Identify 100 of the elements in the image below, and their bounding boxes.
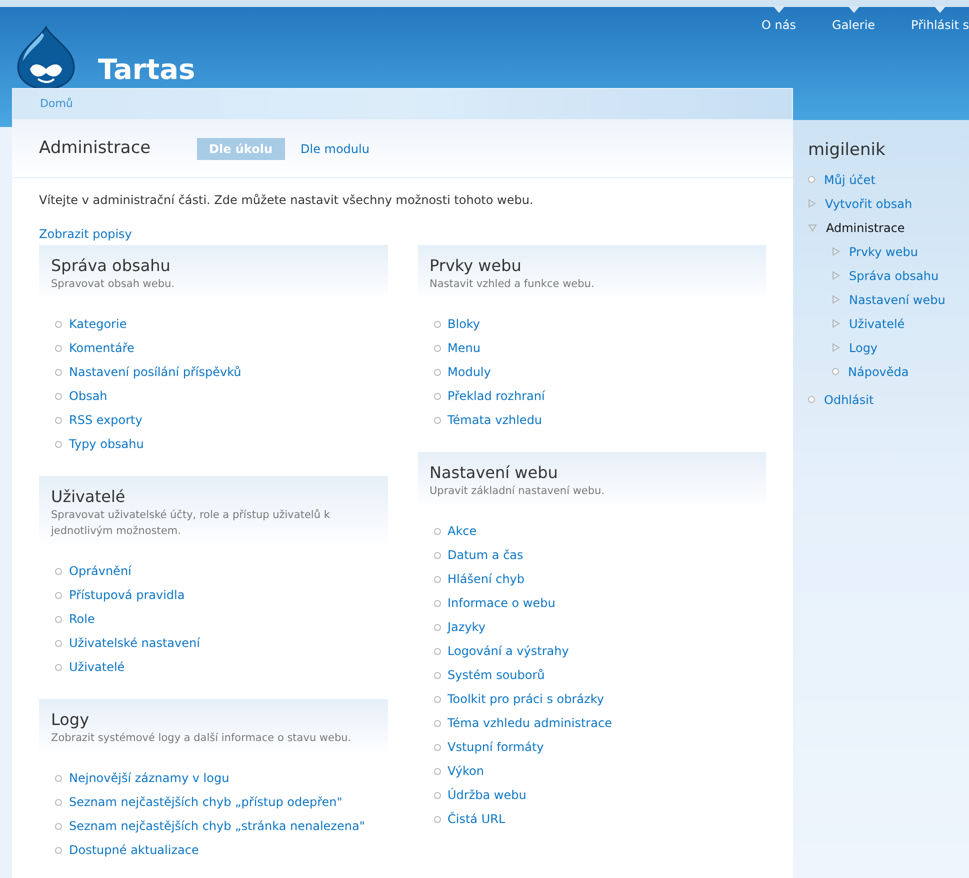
sidebar-link[interactable]: Logy (849, 338, 878, 356)
bullet-icon (434, 720, 440, 726)
admin-link[interactable]: Typy obsahu (69, 435, 144, 453)
admin-link[interactable]: Nejnovější záznamy v logu (69, 769, 230, 787)
admin-link[interactable]: Menu (448, 339, 480, 357)
admin-link[interactable]: Moduly (448, 363, 491, 381)
sidebar-link[interactable]: Administrace (826, 218, 905, 236)
bullet-icon (55, 440, 62, 448)
bullet-icon (808, 396, 815, 403)
admin-link[interactable]: Údržba webu (448, 786, 526, 804)
show-descriptions-link[interactable]: Zobrazit popisy (39, 225, 132, 243)
drop-logo-icon (16, 25, 76, 91)
bullet-icon (434, 744, 440, 750)
bullet-icon (434, 816, 440, 822)
section-description: Nastavit vzhled a funkce webu. (430, 277, 596, 292)
bullet-icon (832, 368, 839, 375)
bullet-icon (55, 344, 62, 352)
section-description: Upravit základní nastavení webu. (430, 484, 606, 499)
admin-link[interactable]: Překlad rozhraní (448, 387, 545, 405)
bullet-icon (808, 176, 815, 183)
bullet-icon (55, 822, 62, 830)
bullet-icon (55, 416, 62, 424)
bullet-icon (434, 768, 440, 774)
section-title: Uživatelé (51, 487, 126, 507)
admin-link[interactable]: Seznam nejčastějších chyb „stránka nenalezena" (69, 817, 365, 835)
bullet-icon (55, 320, 62, 328)
admin-link[interactable]: Hlášení chyb (448, 570, 525, 588)
bullet-icon (434, 624, 440, 630)
admin-link[interactable]: Akce (448, 522, 477, 540)
bullet-icon (434, 696, 440, 702)
bullet-icon (55, 846, 62, 854)
intro-text: Vítejte v administrační části. Zde můžete nastavit všechny možnosti tohoto webu. (39, 192, 534, 209)
sidebar-link[interactable]: Vytvořit obsah (825, 194, 912, 212)
bullet-icon (434, 600, 440, 606)
admin-link[interactable]: Systém souborů (448, 666, 545, 684)
site-name: Tartas (98, 52, 196, 88)
section-title: Logy (51, 710, 90, 730)
admin-link[interactable]: Témata vzhledu (448, 411, 542, 429)
admin-link[interactable]: Dostupné aktualizace (69, 841, 199, 859)
admin-link[interactable]: Téma vzhledu administrace (448, 714, 612, 732)
bullet-icon (434, 320, 440, 328)
admin-link[interactable]: Nastavení posílání příspěvků (69, 363, 242, 381)
bullet-icon (434, 416, 440, 424)
bullet-icon (55, 592, 62, 598)
bullet-icon (434, 368, 440, 376)
bullet-icon (434, 672, 440, 678)
bullet-icon (434, 576, 440, 582)
section-title: Správa obsahu (51, 256, 172, 276)
sidebar-title: migilenik (808, 139, 886, 162)
bullet-icon (55, 568, 62, 574)
sidebar-link[interactable]: Správa obsahu (849, 266, 939, 284)
admin-link[interactable]: Komentáře (69, 339, 134, 357)
admin-link[interactable]: Oprávnění (69, 562, 132, 580)
bullet-icon (55, 368, 62, 376)
sidebar-link[interactable]: Uživatelé (849, 314, 905, 332)
admin-link[interactable]: Seznam nejčastějších chyb „přístup odepřen" (69, 793, 342, 811)
admin-link[interactable]: Bloky (448, 315, 480, 333)
admin-link[interactable]: Informace o webu (448, 594, 556, 612)
bullet-icon (434, 392, 440, 400)
bullet-icon (434, 792, 440, 798)
section-title: Nastavení webu (430, 463, 559, 483)
sidebar-link[interactable]: Nápověda (848, 362, 909, 380)
admin-link[interactable]: Obsah (69, 387, 108, 405)
breadcrumb-link[interactable]: Domů (40, 96, 73, 112)
bullet-icon (55, 774, 62, 782)
bullet-icon (55, 392, 62, 400)
bullet-icon (434, 344, 440, 352)
admin-link[interactable]: Vstupní formáty (448, 738, 544, 756)
admin-link[interactable]: Role (69, 610, 95, 628)
admin-link[interactable]: Logování a výstrahy (448, 642, 569, 660)
sidebar-link[interactable]: Můj účet (824, 170, 876, 188)
admin-link[interactable]: Toolkit pro práci s obrázky (448, 690, 604, 708)
sidebar-link[interactable]: Nastavení webu (849, 290, 946, 308)
bullet-icon (55, 616, 62, 622)
admin-link[interactable]: Kategorie (69, 315, 127, 333)
bullet-icon (55, 664, 62, 670)
sidebar-link[interactable]: Prvky webu (849, 242, 918, 260)
section-description: Spravovat uživatelské účty, role a přístup uživatelů k jednotlivým možnostem. (51, 508, 331, 539)
admin-link[interactable]: Jazyky (448, 618, 486, 636)
nav-link[interactable]: O nás (762, 7, 796, 34)
section-title: Prvky webu (430, 256, 522, 276)
bullet-icon (434, 528, 440, 534)
section-description: Zobrazit systémové logy a další informace o stavu webu. (51, 731, 352, 746)
admin-link[interactable]: Datum a čas (448, 546, 524, 564)
admin-link[interactable]: Uživatelské nastavení (69, 634, 200, 652)
admin-link[interactable]: Výkon (448, 762, 484, 780)
nav-link[interactable]: Přihlásit s (911, 7, 969, 34)
admin-link[interactable]: RSS exporty (69, 411, 142, 429)
tab[interactable]: Dle modulu (292, 138, 378, 160)
bullet-icon (55, 798, 62, 806)
admin-link[interactable]: Čistá URL (448, 810, 506, 828)
bullet-icon (55, 640, 62, 646)
bullet-icon (434, 648, 440, 654)
sidebar-link[interactable]: Odhlásit (824, 390, 874, 408)
bullet-icon (434, 552, 440, 558)
page-title: Administrace (39, 136, 152, 160)
nav-link[interactable]: Galerie (832, 7, 876, 34)
section-description: Spravovat obsah webu. (51, 277, 176, 292)
admin-link[interactable]: Uživatelé (69, 658, 125, 676)
admin-link[interactable]: Přístupová pravidla (69, 586, 185, 604)
